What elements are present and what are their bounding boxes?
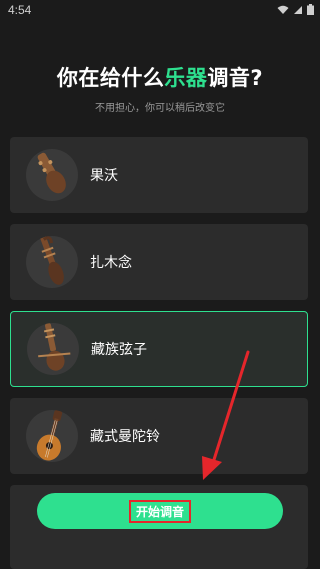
subtitle: 不用担心，你可以稍后改变它 <box>0 96 320 115</box>
page-title: 你在给什么乐器调音? <box>0 62 320 92</box>
dramyin-instrument-icon <box>26 236 78 288</box>
instrument-card-tibetan-fiddle[interactable]: 藏族弦子 <box>10 311 308 387</box>
title-part1: 你在给什么 <box>56 66 165 90</box>
tibetan-fiddle-instrument-icon <box>27 323 79 375</box>
status-icons <box>277 4 314 15</box>
instrument-card-guowo[interactable]: 果沃 <box>10 137 308 213</box>
instrument-card-dramyin[interactable]: 扎木念 <box>10 224 308 300</box>
title-accent: 乐器 <box>164 66 208 90</box>
title-part2: 调音? <box>207 66 264 90</box>
cell-signal-icon <box>294 5 302 14</box>
start-tuning-label: 开始调音 <box>128 499 191 523</box>
start-tuning-button[interactable]: 开始调音 <box>37 493 283 529</box>
status-time: 4:54 <box>8 3 32 17</box>
instrument-label: 藏族弦子 <box>91 342 147 358</box>
battery-icon <box>307 4 314 15</box>
instrument-label: 藏式曼陀铃 <box>90 429 160 445</box>
mandolin-instrument-icon <box>26 410 78 462</box>
guowo-instrument-icon <box>26 149 78 201</box>
subtitle-text: 不用担心，你可以稍后改变它 <box>95 103 225 114</box>
wifi-icon <box>277 5 289 14</box>
instrument-label: 果沃 <box>90 168 118 184</box>
status-bar: 4:54 <box>0 0 320 24</box>
instrument-card-mandolin[interactable]: 藏式曼陀铃 <box>10 398 308 474</box>
instrument-label: 扎木念 <box>90 255 132 271</box>
